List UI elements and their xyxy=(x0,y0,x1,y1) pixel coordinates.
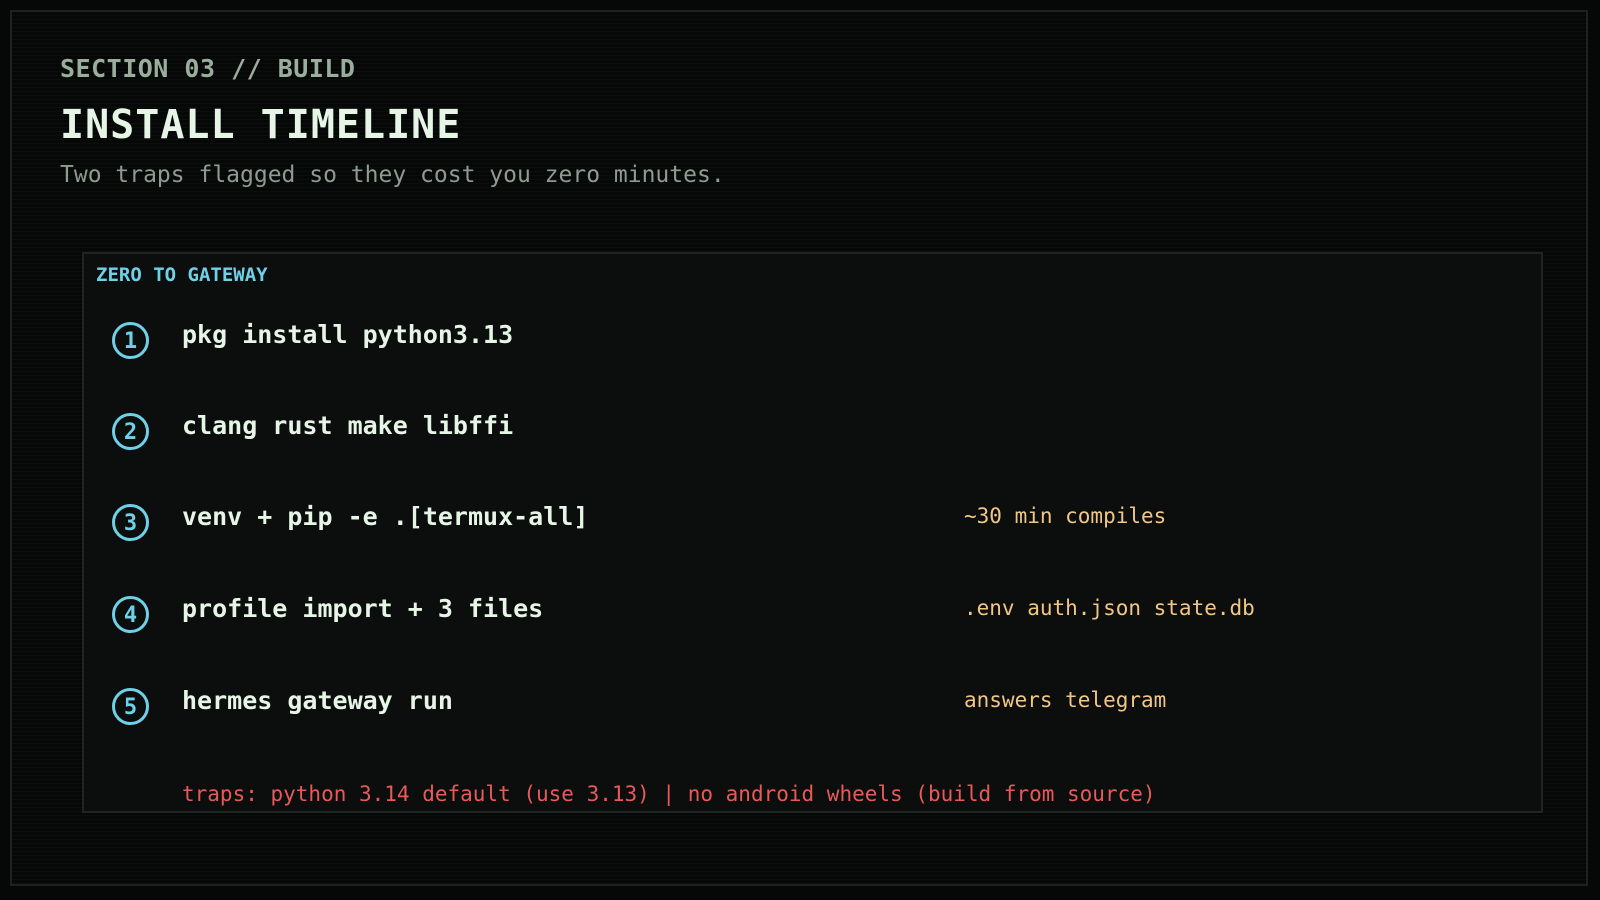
step-number-badge: 2 xyxy=(112,413,149,450)
step-command: hermes gateway run xyxy=(182,686,453,715)
timeline-step-2: 2 clang rust make libffi xyxy=(84,407,1541,467)
timeline-step-3: 3 venv + pip -e .[termux-all] ~30 min co… xyxy=(84,498,1541,558)
step-note: .env auth.json state.db xyxy=(964,596,1255,620)
step-number-badge: 5 xyxy=(112,688,149,725)
step-number-badge: 3 xyxy=(112,504,149,541)
timeline-step-4: 4 profile import + 3 files .env auth.jso… xyxy=(84,590,1541,650)
step-number-badge: 1 xyxy=(112,322,149,359)
step-number-badge: 4 xyxy=(112,596,149,633)
panel-title: ZERO TO GATEWAY xyxy=(96,264,268,286)
section-label: SECTION 03 // BUILD xyxy=(60,54,356,83)
traps-warning: traps: python 3.14 default (use 3.13) | … xyxy=(182,782,1156,806)
page-title: INSTALL TIMELINE xyxy=(60,102,462,148)
timeline-panel: ZERO TO GATEWAY 1 pkg install python3.13… xyxy=(82,252,1543,813)
step-command: clang rust make libffi xyxy=(182,411,514,440)
page-subtitle: Two traps flagged so they cost you zero … xyxy=(60,162,725,188)
step-command: profile import + 3 files xyxy=(182,594,544,623)
step-command: venv + pip -e .[termux-all] xyxy=(182,502,589,531)
step-command: pkg install python3.13 xyxy=(182,320,514,349)
step-note: ~30 min compiles xyxy=(964,504,1167,528)
step-note: answers telegram xyxy=(964,688,1167,712)
timeline-step-5: 5 hermes gateway run answers telegram xyxy=(84,682,1541,742)
slide-frame: SECTION 03 // BUILD INSTALL TIMELINE Two… xyxy=(10,10,1588,886)
timeline-step-1: 1 pkg install python3.13 xyxy=(84,316,1541,376)
